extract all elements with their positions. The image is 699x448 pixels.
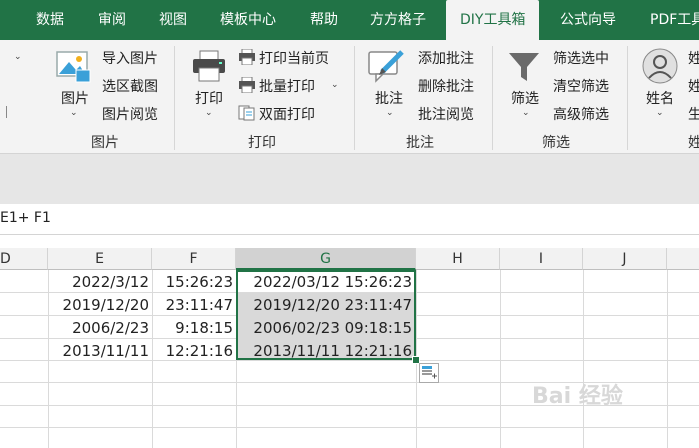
image-big-button[interactable]: 图片 bbox=[61, 88, 89, 108]
clear-filter-button[interactable]: 清空筛选 bbox=[553, 76, 609, 96]
name-item-2[interactable]: 姓 bbox=[688, 76, 699, 96]
import-image-button[interactable]: 导入图片 bbox=[102, 48, 158, 68]
cell-f1[interactable]: 15:26:23 bbox=[152, 273, 233, 291]
column-header-e[interactable]: E bbox=[48, 248, 152, 270]
quick-analysis-button[interactable] bbox=[419, 363, 439, 383]
tab-review[interactable]: 审阅 bbox=[98, 0, 126, 40]
print-big-button[interactable]: 打印 bbox=[195, 88, 223, 108]
tab-pdf-tools[interactable]: PDF工具 bbox=[650, 0, 699, 40]
column-header-label: I bbox=[538, 251, 544, 267]
picture-icon[interactable] bbox=[56, 50, 92, 84]
filter-selected-button[interactable]: 筛选选中 bbox=[553, 48, 609, 68]
quick-analysis-icon bbox=[422, 366, 437, 379]
group-label-print: 打印 bbox=[248, 135, 276, 151]
group-divider bbox=[354, 46, 355, 150]
column-header-h[interactable]: H bbox=[416, 248, 500, 270]
name-big-button[interactable]: 姓名 bbox=[646, 88, 674, 108]
chevron-down-icon[interactable]: ⌄ bbox=[70, 108, 78, 118]
selection-border bbox=[236, 270, 416, 360]
formula-text[interactable]: E1+ F1 bbox=[0, 210, 51, 226]
comment-browse-button[interactable]: 批注阅览 bbox=[418, 104, 474, 124]
formula-bar[interactable]: E1+ F1 bbox=[0, 204, 699, 235]
advanced-filter-button[interactable]: 高级筛选 bbox=[553, 104, 609, 124]
print-current-page-button[interactable]: 打印当前页 bbox=[259, 48, 329, 68]
tab-help[interactable]: 帮助 bbox=[310, 0, 338, 40]
column-header-label: F bbox=[189, 251, 198, 267]
comment-big-button[interactable]: 批注 bbox=[375, 88, 403, 108]
chevron-down-icon[interactable]: ⌄ bbox=[331, 80, 339, 90]
toolbar-gap bbox=[0, 154, 699, 204]
group-label-comment: 批注 bbox=[406, 135, 434, 151]
tab-view[interactable]: 视图 bbox=[159, 0, 187, 40]
tab-diy-toolbox[interactable]: DIY工具箱 bbox=[446, 0, 540, 40]
ribbon: ⌄ 图片 ⌄ 导入图片 选区截图 图片阅览 图片 打印 ⌄ 打印当前页 批量打印… bbox=[0, 40, 699, 154]
delete-comment-button[interactable]: 删除批注 bbox=[418, 76, 474, 96]
column-header-label: H bbox=[452, 251, 463, 267]
group-label-image: 图片 bbox=[91, 135, 119, 151]
chevron-down-icon[interactable]: ⌄ bbox=[386, 108, 394, 118]
cell-f3[interactable]: 9:18:15 bbox=[152, 319, 233, 337]
printer-icon[interactable] bbox=[192, 50, 226, 82]
print-page-icon bbox=[238, 48, 256, 66]
chevron-down-icon[interactable]: ⌄ bbox=[14, 52, 22, 62]
cell-f2[interactable]: 23:11:47 bbox=[152, 296, 233, 314]
cell-e1[interactable]: 2022/3/12 bbox=[48, 273, 149, 291]
column-header-label: D bbox=[0, 251, 11, 267]
filter-big-button[interactable]: 筛选 bbox=[511, 88, 539, 108]
duplex-print-icon bbox=[238, 105, 256, 121]
column-header-label: J bbox=[622, 251, 627, 267]
cell-e4[interactable]: 2013/11/11 bbox=[48, 342, 149, 360]
group-divider bbox=[174, 46, 175, 150]
batch-print-button[interactable]: 批量打印 bbox=[259, 76, 315, 96]
group-label-name: 姓 bbox=[688, 135, 699, 151]
chevron-down-icon[interactable]: ⌄ bbox=[656, 108, 664, 118]
batch-print-icon bbox=[238, 76, 256, 94]
column-header-g[interactable]: G bbox=[236, 248, 416, 270]
cell-e2[interactable]: 2019/12/20 bbox=[48, 296, 149, 314]
column-header-i[interactable]: I bbox=[500, 248, 583, 270]
image-browse-button[interactable]: 图片阅览 bbox=[102, 104, 158, 124]
column-header-k[interactable] bbox=[667, 248, 699, 270]
group-divider bbox=[492, 46, 493, 150]
cell-f4[interactable]: 12:21:16 bbox=[152, 342, 233, 360]
chevron-down-icon[interactable]: ⌄ bbox=[522, 108, 530, 118]
person-icon[interactable] bbox=[642, 48, 678, 84]
cell-e3[interactable]: 2006/2/23 bbox=[48, 319, 149, 337]
column-header-label: E bbox=[95, 251, 104, 267]
column-header-j[interactable]: J bbox=[583, 248, 667, 270]
column-header-label: G bbox=[320, 251, 331, 267]
comment-pen-icon[interactable] bbox=[368, 48, 408, 84]
tab-template-center[interactable]: 模板中心 bbox=[220, 0, 276, 40]
group-label-filter: 筛选 bbox=[542, 135, 570, 151]
ribbon-tab-bar: 数据 审阅 视图 模板中心 帮助 方方格子 DIY工具箱 公式向导 PDF工具 bbox=[0, 0, 699, 40]
duplex-print-button[interactable]: 双面打印 bbox=[259, 104, 315, 124]
add-comment-button[interactable]: 添加批注 bbox=[418, 48, 474, 68]
watermark-logo: Bai 经验 bbox=[532, 384, 623, 409]
truncated-control bbox=[6, 106, 7, 118]
filter-funnel-icon[interactable] bbox=[507, 50, 541, 84]
select-screenshot-button[interactable]: 选区截图 bbox=[102, 76, 158, 96]
column-header-d[interactable]: D bbox=[0, 248, 48, 270]
column-header-f[interactable]: F bbox=[152, 248, 236, 270]
group-divider bbox=[627, 46, 628, 150]
name-item-3[interactable]: 生 bbox=[688, 104, 699, 124]
tab-formula-wizard[interactable]: 公式向导 bbox=[560, 0, 616, 40]
tab-fangfang[interactable]: 方方格子 bbox=[370, 0, 426, 40]
chevron-down-icon[interactable]: ⌄ bbox=[205, 108, 213, 118]
name-item-1[interactable]: 姓 bbox=[688, 48, 699, 68]
tab-data[interactable]: 数据 bbox=[36, 0, 64, 40]
